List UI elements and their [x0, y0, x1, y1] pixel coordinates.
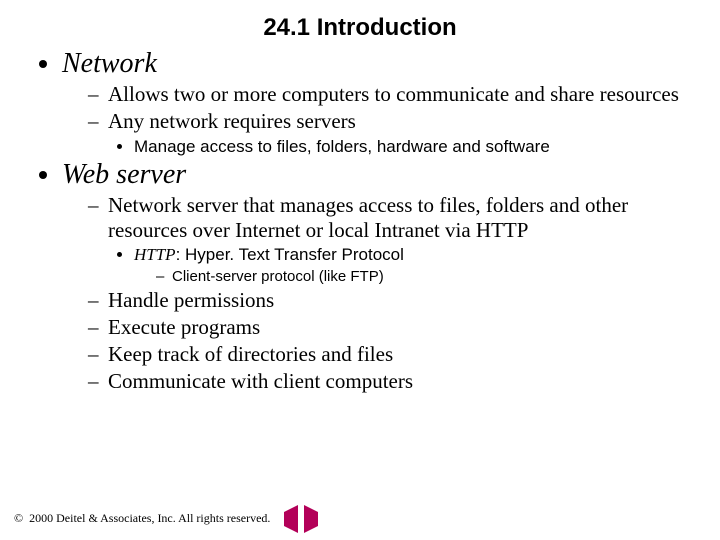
slide-title: 24.1 Introduction: [28, 14, 692, 42]
webserver-sub-5: Communicate with client computers: [88, 369, 692, 394]
bullet-list-level2: Allows two or more computers to communic…: [62, 82, 692, 157]
copyright-symbol: ©: [14, 511, 23, 526]
arrow-right-icon: [304, 505, 318, 533]
webserver-sub-1: Network server that manages access to fi…: [88, 193, 692, 287]
webserver-sub-3-text: Execute programs: [108, 315, 260, 339]
footer: © 2000 Deitel & Associates, Inc. All rig…: [14, 511, 320, 526]
webserver-sub-4-text: Keep track of directories and files: [108, 342, 393, 366]
bullet-webserver-label: Web server: [62, 159, 186, 190]
network-sub-2-a: Manage access to files, folders, hardwar…: [134, 136, 692, 157]
bullet-list-level1: Network Allows two or more computers to …: [28, 48, 692, 393]
network-sub-2-text: Any network requires servers: [108, 109, 356, 133]
next-slide-button[interactable]: [304, 512, 320, 526]
bullet-list-level2: Network server that manages access to fi…: [62, 193, 692, 394]
http-rest: : Hyper. Text Transfer Protocol: [176, 245, 404, 264]
webserver-sub-5-text: Communicate with client computers: [108, 369, 413, 393]
bullet-network: Network Allows two or more computers to …: [62, 48, 692, 157]
http-sub-1: Client-server protocol (like FTP): [156, 268, 692, 287]
webserver-sub-2: Handle permissions: [88, 288, 692, 313]
network-sub-2: Any network requires servers Manage acce…: [88, 109, 692, 157]
network-sub-1-text: Allows two or more computers to communic…: [108, 82, 679, 106]
webserver-sub-1-text: Network server that manages access to fi…: [108, 193, 628, 242]
webserver-sub-4: Keep track of directories and files: [88, 342, 692, 367]
prev-slide-button[interactable]: [284, 512, 300, 526]
copyright-text: 2000 Deitel & Associates, Inc. All right…: [29, 511, 270, 526]
arrow-left-icon: [284, 505, 298, 533]
network-sub-1: Allows two or more computers to communic…: [88, 82, 692, 107]
bullet-webserver: Web server Network server that manages a…: [62, 159, 692, 394]
network-sub-2-a-text: Manage access to files, folders, hardwar…: [134, 137, 550, 156]
webserver-sub-3: Execute programs: [88, 315, 692, 340]
bullet-list-level3: HTTP: Hyper. Text Transfer Protocol Clie…: [108, 244, 692, 286]
nav-arrows: [284, 512, 320, 526]
webserver-sub-2-text: Handle permissions: [108, 288, 274, 312]
bullet-network-label: Network: [62, 48, 157, 79]
http-term: HTTP: [134, 245, 176, 264]
bullet-list-level4: Client-server protocol (like FTP): [134, 268, 692, 287]
slide: 24.1 Introduction Network Allows two or …: [0, 0, 720, 540]
bullet-list-level3: Manage access to files, folders, hardwar…: [108, 136, 692, 157]
http-item: HTTP: Hyper. Text Transfer Protocol Clie…: [134, 244, 692, 286]
http-sub-1-text: Client-server protocol (like FTP): [172, 268, 384, 285]
